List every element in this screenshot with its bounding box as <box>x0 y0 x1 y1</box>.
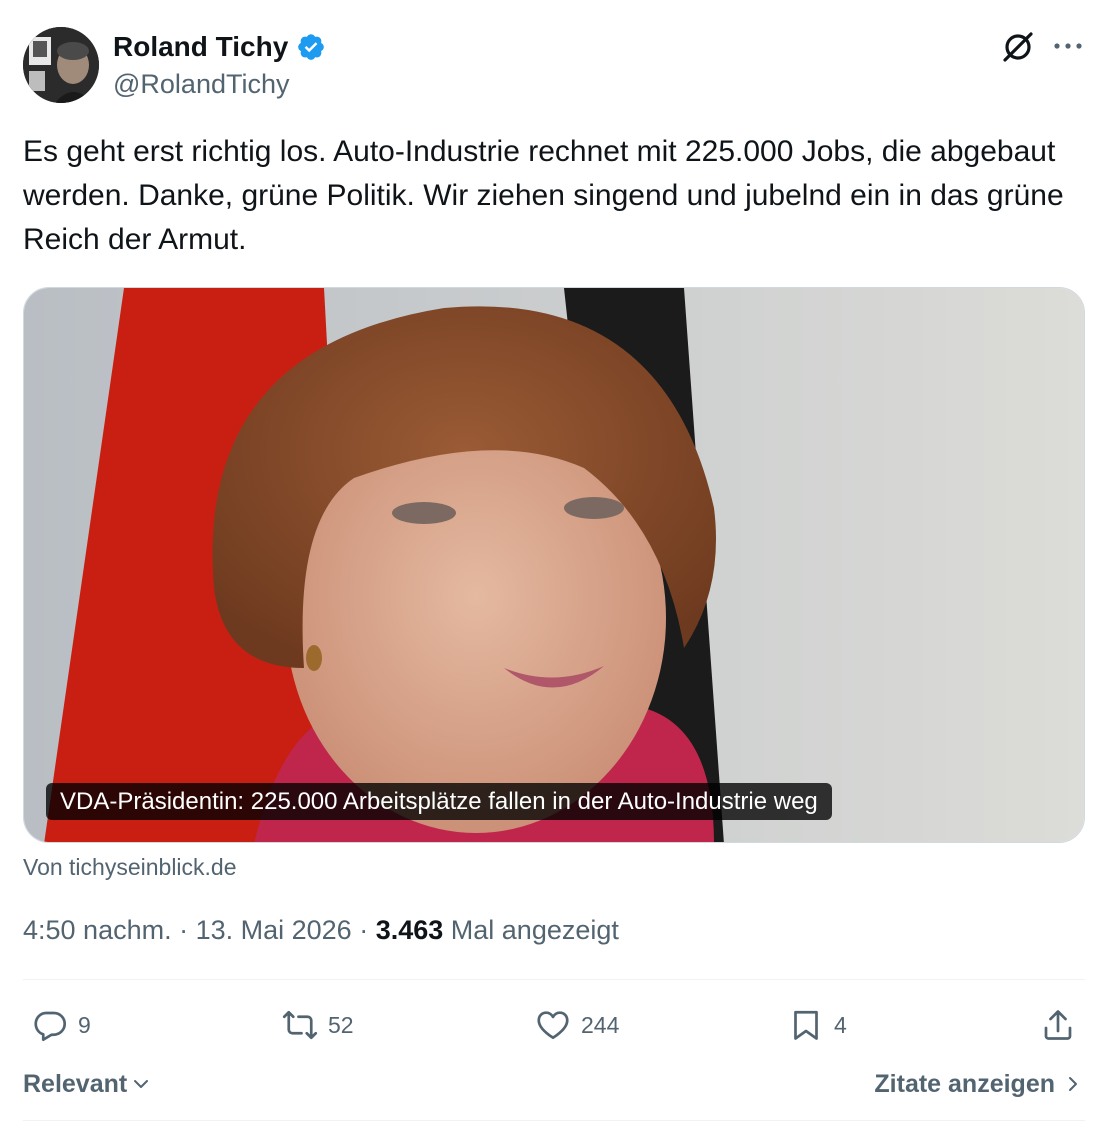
chevron-right-icon <box>1069 1077 1077 1091</box>
divider <box>23 1120 1085 1121</box>
views-label: Mal angezeigt <box>443 915 619 945</box>
grok-icon[interactable] <box>1000 29 1036 65</box>
avatar-image <box>23 27 99 103</box>
author-display-name[interactable]: Roland Tichy <box>113 30 288 64</box>
link-source[interactable]: Von tichyseinblick.de <box>23 853 237 881</box>
author-handle[interactable]: @RolandTichy <box>113 68 289 100</box>
like-icon <box>537 1011 569 1040</box>
repost-button[interactable]: 52 <box>282 1003 354 1047</box>
repost-count: 52 <box>328 1011 354 1038</box>
divider <box>23 979 1085 980</box>
tweet-time[interactable]: 4:50 nachm. <box>23 915 172 945</box>
like-count: 244 <box>581 1011 620 1038</box>
quotes-label: Zitate anzeigen <box>874 1070 1055 1098</box>
like-button[interactable]: 244 <box>535 1003 619 1047</box>
link-card-title[interactable]: VDA-Präsidentin: 225.000 Arbeitsplätze f… <box>46 783 832 820</box>
verified-icon <box>298 34 325 60</box>
tweet-text: Es geht erst richtig los. Auto-Industrie… <box>23 135 1064 256</box>
meta-separator: · <box>351 915 376 945</box>
sort-label: Relevant <box>23 1070 128 1098</box>
bookmark-count: 4 <box>834 1011 847 1038</box>
share-button[interactable] <box>1040 1003 1076 1047</box>
reply-count: 9 <box>78 1011 91 1038</box>
views-count: 3.463 <box>375 915 444 945</box>
chevron-down-icon <box>134 1080 149 1088</box>
sort-dropdown[interactable]: Relevant <box>23 1068 151 1100</box>
tweet-date[interactable]: 13. Mai 2026 <box>196 915 352 945</box>
bookmark-icon <box>794 1010 818 1040</box>
link-card-image[interactable] <box>23 287 1085 843</box>
meta-separator: · <box>171 915 196 945</box>
reply-icon <box>34 1011 67 1042</box>
author-name-row[interactable]: Roland Tichy <box>113 30 326 64</box>
view-quotes-link[interactable]: Zitate anzeigen <box>874 1068 1083 1100</box>
tweet-meta: 4:50 nachm. · 13. Mai 2026 · 3.463 Mal a… <box>23 912 619 948</box>
repost-icon <box>282 1010 318 1040</box>
article-photo <box>24 288 1084 842</box>
bookmark-button[interactable]: 4 <box>788 1003 847 1047</box>
avatar[interactable] <box>23 27 99 103</box>
share-icon <box>1044 1010 1072 1040</box>
more-icon[interactable] <box>1052 36 1084 56</box>
reply-button[interactable]: 9 <box>32 1003 91 1047</box>
